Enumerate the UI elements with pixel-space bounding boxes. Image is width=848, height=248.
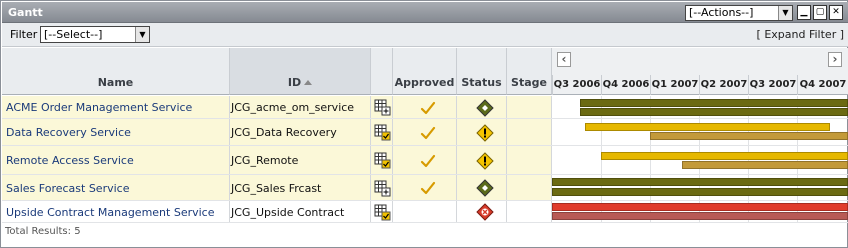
gantt-task-bar[interactable]: [585, 123, 830, 131]
chevron-down-icon: ▼: [135, 27, 149, 42]
service-id: JCG_Upside Contract: [231, 206, 345, 219]
gantt-portlet: Gantt [--Actions--] ▼ ▁ ▢ ✕ Filter [--Se…: [0, 0, 848, 248]
timeline-gridline: [699, 146, 700, 174]
table-cell: [507, 201, 552, 222]
period-label: Q3 2007: [748, 75, 797, 95]
gantt-task-bar[interactable]: [650, 132, 848, 140]
gantt-row: [552, 119, 848, 146]
gantt-task-bar[interactable]: [580, 108, 848, 116]
approved-check-icon: [420, 154, 436, 168]
timeline-prev-button[interactable]: ‹: [557, 52, 571, 67]
close-button[interactable]: ✕: [829, 5, 843, 20]
minimize-button[interactable]: ▁: [797, 5, 811, 20]
actions-dropdown-value: [--Actions--]: [689, 6, 754, 19]
minimize-icon: ▁: [800, 7, 808, 17]
timeline-gridline: [601, 146, 602, 174]
column-header-approved[interactable]: Approved: [393, 48, 457, 95]
total-results: Total Results: 5: [5, 226, 81, 237]
column-header-name-label: Name: [97, 76, 134, 89]
restore-button[interactable]: ▢: [813, 5, 827, 20]
filter-select[interactable]: [--Select--] ▼: [40, 26, 150, 43]
column-header-status-label: Status: [461, 76, 502, 89]
column-header-stage-label: Stage: [511, 76, 547, 89]
table-cell: [507, 96, 552, 118]
status-warning-icon: [476, 124, 494, 142]
column-header-id-label: ID: [287, 76, 302, 89]
column-header-approved-label: Approved: [394, 76, 455, 89]
column-header-name[interactable]: Name: [2, 48, 230, 95]
service-name-link[interactable]: ACME Order Management Service: [6, 101, 192, 114]
status-ok-icon: [476, 179, 494, 197]
filter-select-value: [--Select--]: [44, 28, 103, 41]
table-row[interactable]: Upside Contract Management Service JCG_Up…: [2, 201, 552, 223]
gantt-task-bar[interactable]: [580, 99, 848, 107]
title-bar: Gantt [--Actions--] ▼ ▁ ▢ ✕: [2, 2, 848, 23]
table-cell: [507, 119, 552, 145]
service-id: JCG_acme_om_service: [231, 101, 355, 114]
timeline-next-button[interactable]: ›: [828, 52, 842, 67]
service-name-link[interactable]: Data Recovery Service: [6, 126, 131, 139]
timeline-gridline: [748, 146, 749, 174]
chevron-down-icon: ▼: [778, 6, 792, 20]
period-label: Q2 2007: [699, 75, 748, 95]
gantt-row: [552, 201, 848, 223]
chevron-left-icon: ‹: [561, 52, 567, 66]
timeline-gridline: [797, 146, 798, 174]
service-name-link[interactable]: Upside Contract Management Service: [6, 206, 215, 219]
service-name-link[interactable]: Remote Access Service: [6, 154, 134, 167]
table-row[interactable]: ACME Order Management Service JCG_acme_om…: [2, 96, 552, 119]
sort-ascending-icon: [304, 80, 313, 85]
grid-check-icon[interactable]: [374, 124, 391, 141]
gantt-task-bar[interactable]: [682, 161, 848, 169]
period-label: Q3 2006: [552, 75, 601, 95]
table-row[interactable]: Data Recovery Service JCG_Data Recovery: [2, 119, 552, 146]
column-header-icon: [371, 48, 393, 95]
service-id: JCG_Remote: [231, 154, 299, 167]
service-id: JCG_Data Recovery: [231, 126, 337, 139]
gantt-timeline-header: ‹ › Q3 2006 Q4 2006 Q1 2007 Q2 2007 Q3 2…: [552, 48, 848, 95]
gantt-row: [552, 175, 848, 201]
status-ok-icon: [476, 99, 494, 117]
restore-icon: ▢: [815, 7, 825, 17]
gantt-task-bar[interactable]: [601, 152, 848, 160]
gantt-row: [552, 96, 848, 119]
table-row[interactable]: Sales Forecast Service JCG_Sales Frcast: [2, 175, 552, 201]
gantt-task-bar[interactable]: [552, 212, 848, 220]
table-cell: [507, 175, 552, 200]
expand-filter-link[interactable]: [ Expand Filter ]: [757, 28, 844, 41]
grid-check-icon[interactable]: [374, 152, 391, 169]
actions-dropdown[interactable]: [--Actions--] ▼: [685, 5, 793, 21]
period-label: Q4 2007: [797, 75, 848, 95]
table-row[interactable]: Remote Access Service JCG_Remote: [2, 146, 552, 175]
status-warning-icon: [476, 152, 494, 170]
filter-bar: Filter [--Select--] ▼ [ Expand Filter ]: [2, 23, 848, 47]
gantt-row: [552, 146, 848, 175]
period-label: Q4 2006: [601, 75, 650, 95]
service-name-link[interactable]: Sales Forecast Service: [6, 182, 129, 195]
close-icon: ✕: [832, 7, 840, 17]
approved-check-icon: [420, 181, 436, 195]
period-label: Q1 2007: [650, 75, 699, 95]
chevron-right-icon: ›: [832, 52, 838, 66]
timeline-gridline: [650, 146, 651, 174]
grid-check-icon[interactable]: [374, 204, 391, 221]
approved-check-icon: [420, 101, 436, 115]
column-header-stage[interactable]: Stage: [507, 48, 552, 95]
column-header-status[interactable]: Status: [457, 48, 507, 95]
gantt-task-bar[interactable]: [552, 178, 848, 186]
window-title: Gantt: [8, 6, 43, 19]
gantt-task-bar[interactable]: [552, 203, 848, 211]
grid-add-icon[interactable]: [374, 180, 391, 197]
gantt-task-bar[interactable]: [552, 188, 848, 196]
column-header-id[interactable]: ID: [230, 48, 371, 95]
grid-add-icon[interactable]: [374, 99, 391, 116]
table-cell: [393, 201, 457, 222]
service-id: JCG_Sales Frcast: [231, 182, 322, 195]
filter-label: Filter: [10, 28, 38, 41]
approved-check-icon: [420, 126, 436, 140]
status-error-icon: [476, 203, 494, 221]
table-cell: [507, 146, 552, 174]
